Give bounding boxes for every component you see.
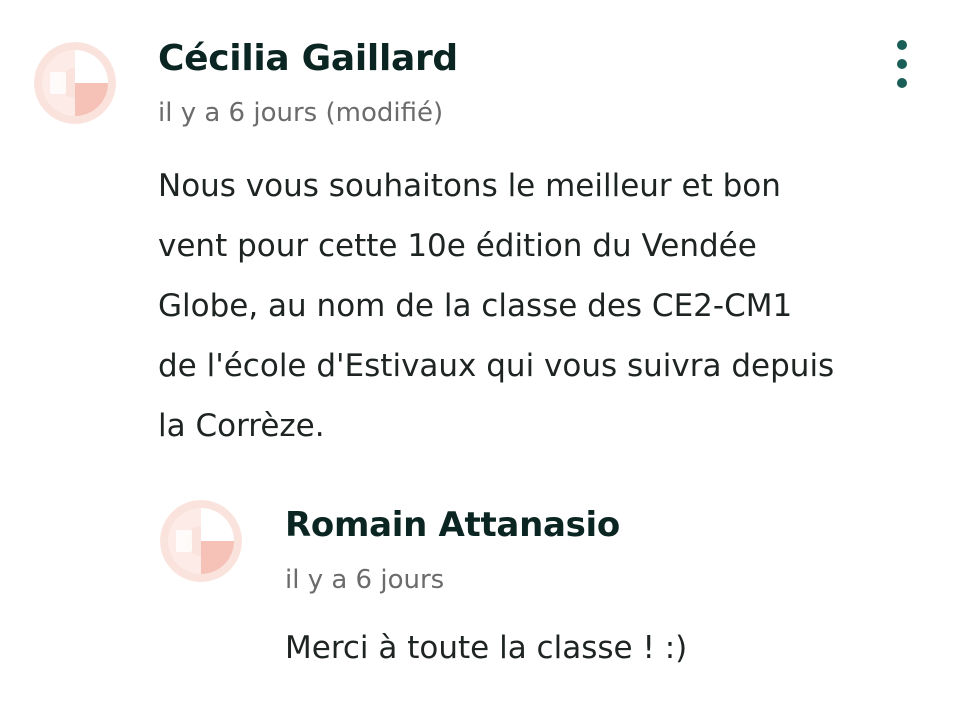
comment-body-line: de l'école d'Estivaux qui vous suivra de… (158, 348, 835, 384)
avatar[interactable] (160, 500, 242, 582)
comment-body-line: vent pour cette 10e édition du Vendée (158, 228, 757, 264)
letter-e-avatar-icon (34, 42, 116, 124)
more-options-button[interactable] (886, 36, 918, 92)
reply-body: Merci à toute la classe ! :) (285, 630, 688, 666)
more-vertical-icon (897, 78, 907, 88)
comment-body-line: Nous vous souhaitons le meilleur et bon (158, 168, 781, 204)
more-vertical-icon (897, 40, 907, 50)
comment-body-line: la Corrèze. (158, 408, 325, 444)
comment-timestamp: il y a 6 jours (modifié) (158, 98, 444, 128)
reply-author[interactable]: Romain Attanasio (285, 505, 620, 545)
letter-e-avatar-icon (160, 500, 242, 582)
reply-timestamp: il y a 6 jours (285, 565, 445, 595)
comment-author[interactable]: Cécilia Gaillard (158, 38, 458, 79)
avatar[interactable] (34, 42, 116, 124)
comment-body-line: Globe, au nom de la classe des CE2-CM1 (158, 288, 793, 324)
more-vertical-icon (897, 59, 907, 69)
